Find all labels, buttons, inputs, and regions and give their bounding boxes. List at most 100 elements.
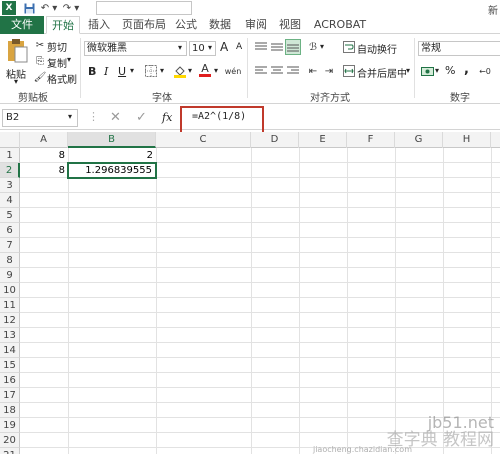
orientation-icon[interactable]: ℬ: [306, 40, 320, 54]
scissors-icon[interactable]: ✂: [33, 38, 47, 52]
tab-data[interactable]: 数据: [206, 16, 234, 34]
align-center-icon[interactable]: [270, 64, 284, 78]
underline-button[interactable]: U: [118, 65, 126, 78]
column-header-d[interactable]: D: [251, 132, 299, 148]
insert-function-button[interactable]: fx: [162, 111, 172, 124]
border-icon[interactable]: [144, 64, 158, 78]
cell-b1[interactable]: 2: [68, 148, 156, 163]
column-header-a[interactable]: A: [20, 132, 68, 148]
font-color-dropdown-icon[interactable]: ▾: [214, 66, 218, 75]
format-painter-button[interactable]: 格式刷: [47, 71, 77, 86]
column-header-g[interactable]: G: [395, 132, 443, 148]
align-bottom-icon[interactable]: [285, 39, 301, 55]
worksheet-grid[interactable]: A B C D E F G H 1 2 3 4 5 6 7 8 9 10 11 12 13 14 15 16 1…: [0, 132, 500, 454]
tab-review[interactable]: 审阅: [242, 16, 270, 34]
redo-icon[interactable]: ↷ ▾: [62, 1, 80, 15]
increase-decimal-icon[interactable]: ←0: [478, 64, 492, 78]
underline-dropdown-icon[interactable]: ▾: [130, 66, 134, 75]
border-dropdown-icon[interactable]: ▾: [160, 66, 164, 75]
format-painter-icon[interactable]: 🖌: [33, 70, 47, 84]
enter-icon[interactable]: ✓: [136, 110, 147, 125]
cancel-icon[interactable]: ✕: [110, 110, 121, 125]
align-middle-icon[interactable]: [270, 40, 284, 54]
tab-page-layout[interactable]: 页面布局: [120, 16, 168, 34]
title-search-box[interactable]: [96, 1, 192, 15]
row-header-3[interactable]: 3: [0, 178, 20, 193]
copy-dropdown-icon[interactable]: ▾: [67, 55, 71, 64]
tab-view[interactable]: 视图: [276, 16, 304, 34]
increase-indent-icon[interactable]: ⇥: [322, 64, 336, 78]
wrap-text-icon[interactable]: [342, 40, 356, 54]
row-header-16[interactable]: 16: [0, 373, 20, 388]
tab-formulas[interactable]: 公式: [172, 16, 200, 34]
row-header-15[interactable]: 15: [0, 358, 20, 373]
merge-center-icon[interactable]: [342, 64, 356, 78]
font-color-letter: A: [201, 62, 209, 75]
name-box-dropdown-icon[interactable]: ▾: [68, 112, 72, 121]
name-box[interactable]: B2: [2, 109, 78, 127]
row-header-6[interactable]: 6: [0, 223, 20, 238]
decrease-indent-icon[interactable]: ⇤: [306, 64, 320, 78]
font-name-select[interactable]: 微软雅黑: [84, 41, 187, 56]
fill-color-dropdown-icon[interactable]: ▾: [188, 66, 192, 75]
tab-acrobat[interactable]: ACROBAT: [312, 16, 368, 34]
font-color-icon[interactable]: A: [198, 63, 212, 77]
font-name-dropdown-icon[interactable]: ▾: [178, 43, 182, 52]
row-header-10[interactable]: 10: [0, 283, 20, 298]
align-top-icon[interactable]: [254, 40, 268, 54]
column-header-c[interactable]: C: [156, 132, 251, 148]
align-right-icon[interactable]: [286, 64, 300, 78]
row-header-14[interactable]: 14: [0, 343, 20, 358]
row-header-18[interactable]: 18: [0, 403, 20, 418]
number-format-select[interactable]: 常规: [418, 41, 500, 56]
align-left-icon[interactable]: [254, 64, 268, 78]
row-header-8[interactable]: 8: [0, 253, 20, 268]
row-header-2[interactable]: 2: [0, 163, 20, 178]
column-header-e[interactable]: E: [299, 132, 347, 148]
row-header-7[interactable]: 7: [0, 238, 20, 253]
cell-a1[interactable]: 8: [20, 148, 68, 163]
cut-button[interactable]: 剪切: [47, 39, 67, 54]
column-header-f[interactable]: F: [347, 132, 395, 148]
column-header-b[interactable]: B: [68, 132, 156, 148]
row-header-20[interactable]: 20: [0, 433, 20, 448]
save-icon[interactable]: [22, 1, 36, 15]
row-header-1[interactable]: 1: [0, 148, 20, 163]
row-header-9[interactable]: 9: [0, 268, 20, 283]
font-size-dropdown-icon[interactable]: ▾: [208, 43, 212, 52]
shrink-font-button[interactable]: A: [236, 42, 242, 52]
percent-button[interactable]: %: [445, 64, 455, 77]
merge-dropdown-icon[interactable]: ▾: [406, 66, 410, 75]
tab-file[interactable]: 文件: [0, 16, 44, 34]
merge-center-button[interactable]: 合并后居中: [357, 65, 407, 80]
bold-button[interactable]: B: [88, 65, 96, 78]
grow-font-button[interactable]: A: [220, 40, 228, 54]
row-header-12[interactable]: 12: [0, 313, 20, 328]
undo-icon[interactable]: ↶ ▾: [40, 1, 58, 15]
tab-home[interactable]: 开始: [46, 16, 80, 34]
column-header-h[interactable]: H: [443, 132, 491, 148]
tab-insert[interactable]: 插入: [86, 16, 112, 34]
wrap-text-button[interactable]: 自动换行: [357, 41, 397, 56]
orientation-dropdown-icon[interactable]: ▾: [320, 42, 324, 51]
row-header-11[interactable]: 11: [0, 298, 20, 313]
row-header-13[interactable]: 13: [0, 328, 20, 343]
currency-dropdown-icon[interactable]: ▾: [435, 66, 439, 75]
row-header-17[interactable]: 17: [0, 388, 20, 403]
cell-b2-selected[interactable]: 1.296839555: [67, 162, 157, 179]
row-header-5[interactable]: 5: [0, 208, 20, 223]
currency-icon[interactable]: [420, 64, 434, 78]
phonetic-icon[interactable]: wén: [225, 64, 242, 78]
row-header-21[interactable]: 21: [0, 448, 20, 454]
italic-button[interactable]: I: [104, 65, 108, 78]
row-header-19[interactable]: 19: [0, 418, 20, 433]
row-header-4[interactable]: 4: [0, 193, 20, 208]
fill-color-icon[interactable]: [173, 64, 187, 78]
cell-a2[interactable]: 8: [20, 163, 68, 178]
copy-icon[interactable]: ⎘: [33, 54, 47, 68]
gridline-h: [20, 342, 500, 343]
comma-button[interactable]: ,: [464, 62, 469, 77]
select-all-corner[interactable]: [0, 132, 20, 148]
paste-button[interactable]: 粘贴 ▾: [4, 38, 30, 86]
copy-button[interactable]: 复制: [47, 55, 67, 70]
